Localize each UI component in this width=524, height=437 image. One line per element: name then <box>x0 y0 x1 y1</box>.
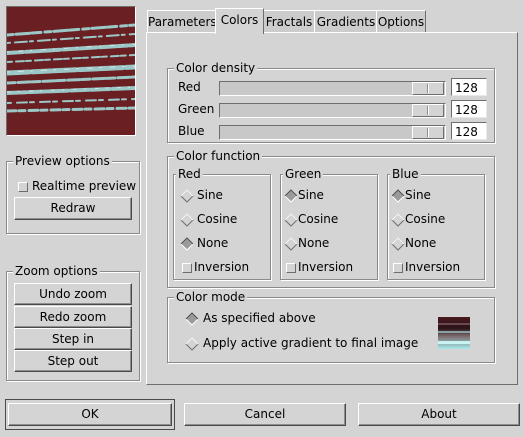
function-green-group: Green Sine Cosine None Inversion <box>280 167 378 280</box>
function-green-sine-radio[interactable] <box>284 189 298 203</box>
tab-colors[interactable]: Colors <box>215 8 264 34</box>
zoom-options-title: Zoom options <box>13 264 100 278</box>
function-blue-group: Blue Sine Cosine None Inversion <box>387 167 485 280</box>
fractal-preview[interactable] <box>7 7 135 135</box>
function-blue-inversion-checkbox[interactable] <box>393 263 403 273</box>
preview-options-group: Preview options Realtime preview Redraw <box>6 154 140 234</box>
tab-parameters[interactable]: Parameters <box>147 10 217 33</box>
preview-frame <box>6 6 136 136</box>
function-green-sine-label[interactable]: Sine <box>298 187 324 203</box>
function-red-sine-radio[interactable] <box>180 189 194 203</box>
function-green-title: Green <box>283 167 324 181</box>
function-green-none-label[interactable]: None <box>298 235 329 251</box>
function-green-cosine-radio[interactable] <box>284 213 298 227</box>
function-green-cosine-label[interactable]: Cosine <box>298 211 338 227</box>
tab-options[interactable]: Options <box>376 10 426 33</box>
function-red-none-label[interactable]: None <box>197 235 228 251</box>
density-red-slider[interactable] <box>219 81 446 96</box>
step-out-button[interactable]: Step out <box>14 350 132 372</box>
function-blue-sine-label[interactable]: Sine <box>405 187 431 203</box>
colors-page: Color density Red 128 Green 128 Blue 128… <box>146 32 518 385</box>
realtime-preview-checkbox[interactable] <box>18 182 28 192</box>
function-red-group: Red Sine Cosine None Inversion <box>173 167 271 280</box>
tab-gradients[interactable]: Gradients <box>314 10 378 33</box>
density-green-input[interactable]: 128 <box>451 100 487 118</box>
density-blue-input[interactable]: 128 <box>451 122 487 140</box>
redo-zoom-button[interactable]: Redo zoom <box>14 306 132 328</box>
color-mode-group: Color mode As specified above Apply acti… <box>167 290 495 363</box>
about-button[interactable]: About <box>358 403 520 426</box>
function-blue-sine-radio[interactable] <box>391 189 405 203</box>
function-red-inversion-checkbox[interactable] <box>182 263 192 273</box>
function-red-inversion-label[interactable]: Inversion <box>194 259 249 275</box>
function-green-none-radio[interactable] <box>284 237 298 251</box>
ok-button[interactable]: OK <box>8 403 172 426</box>
function-blue-cosine-label[interactable]: Cosine <box>405 211 445 227</box>
function-blue-none-label[interactable]: None <box>405 235 436 251</box>
realtime-preview-label[interactable]: Realtime preview <box>32 178 136 194</box>
color-density-group: Color density Red 128 Green 128 Blue 128 <box>167 61 495 143</box>
density-red-input[interactable]: 128 <box>451 78 487 96</box>
density-blue-slider[interactable] <box>219 125 446 140</box>
function-red-title: Red <box>176 167 203 181</box>
function-blue-cosine-radio[interactable] <box>391 213 405 227</box>
function-red-none-radio[interactable] <box>180 237 194 251</box>
color-function-title: Color function <box>174 149 263 163</box>
step-in-button[interactable]: Step in <box>14 328 132 350</box>
undo-zoom-button[interactable]: Undo zoom <box>14 283 132 305</box>
density-blue-handle[interactable] <box>412 126 444 139</box>
density-green-label: Green <box>178 102 215 116</box>
density-blue-label: Blue <box>178 124 205 138</box>
function-red-cosine-label[interactable]: Cosine <box>197 211 237 227</box>
color-mode-gradient-label[interactable]: Apply active gradient to final image <box>203 335 418 351</box>
function-blue-none-radio[interactable] <box>391 237 405 251</box>
function-red-sine-label[interactable]: Sine <box>197 187 223 203</box>
density-red-label: Red <box>178 80 201 94</box>
density-green-handle[interactable] <box>412 104 444 117</box>
color-mode-specified-radio[interactable] <box>185 312 199 326</box>
tab-fractals[interactable]: Fractals <box>262 10 316 33</box>
zoom-options-group: Zoom options Undo zoom Redo zoom Step in… <box>6 264 140 381</box>
gradient-preview-swatch <box>438 317 470 349</box>
preview-options-title: Preview options <box>13 154 112 168</box>
redraw-button[interactable]: Redraw <box>14 197 132 220</box>
function-blue-title: Blue <box>390 167 421 181</box>
function-blue-inversion-label[interactable]: Inversion <box>405 259 460 275</box>
color-mode-gradient-radio[interactable] <box>185 337 199 351</box>
function-green-inversion-label[interactable]: Inversion <box>298 259 353 275</box>
density-green-slider[interactable] <box>219 103 446 118</box>
function-red-cosine-radio[interactable] <box>180 213 194 227</box>
density-red-handle[interactable] <box>412 82 444 95</box>
cancel-button[interactable]: Cancel <box>184 403 346 426</box>
color-function-group: Color function Red Sine Cosine None Inve… <box>167 149 495 288</box>
color-mode-title: Color mode <box>174 290 248 304</box>
color-density-title: Color density <box>174 61 258 75</box>
function-green-inversion-checkbox[interactable] <box>286 263 296 273</box>
color-mode-specified-label[interactable]: As specified above <box>203 310 316 326</box>
